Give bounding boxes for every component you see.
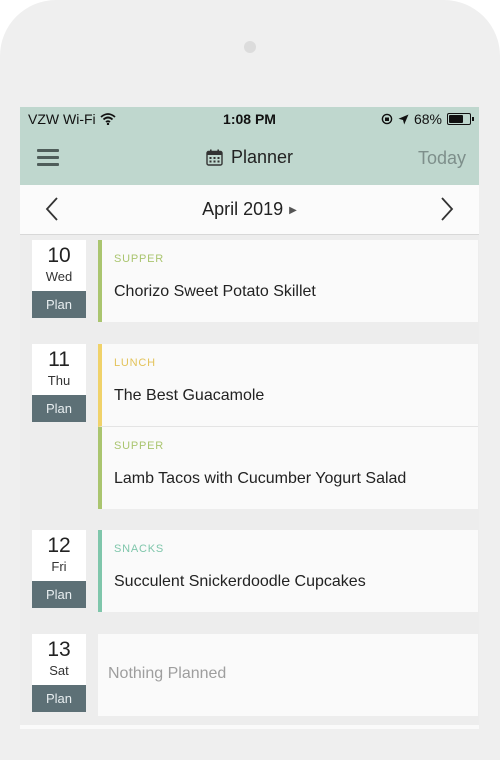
- day-row: 11 Thu Plan LUNCH The Best Guacamole SUP…: [20, 344, 479, 509]
- location-icon: [398, 114, 409, 124]
- date-box: 13 Sat Plan: [32, 634, 86, 712]
- meal-title: The Best Guacamole: [114, 387, 265, 404]
- day-row: 10 Wed Plan SUPPER Chorizo Sweet Potato …: [20, 240, 479, 322]
- status-bar: VZW Wi-Fi 1:08 PM 68%: [20, 107, 479, 132]
- day-name: Thu: [47, 373, 71, 388]
- orientation-lock-icon: [381, 113, 393, 125]
- meal-item[interactable]: SUPPER Lamb Tacos with Cucumber Yogurt S…: [98, 427, 478, 509]
- meal-item[interactable]: SNACKS Succulent Snickerdoodle Cupcakes: [98, 530, 478, 612]
- meal-card: LUNCH The Best Guacamole SUPPER Lamb Tac…: [98, 344, 478, 509]
- day-number: 11: [48, 348, 70, 371]
- plan-button[interactable]: Plan: [32, 685, 86, 712]
- battery-percent: 68%: [413, 111, 442, 127]
- status-right: 68%: [381, 111, 474, 127]
- meal-title: Chorizo Sweet Potato Skillet: [114, 283, 316, 300]
- plan-button[interactable]: Plan: [32, 581, 86, 608]
- navigation-bar: Planner Today: [20, 132, 479, 185]
- month-selector: April 2019 ▶: [20, 185, 479, 235]
- today-button[interactable]: Today: [418, 148, 466, 169]
- day-number: 13: [47, 638, 71, 661]
- meal-type-label: SUPPER: [114, 253, 165, 265]
- date-box: 12 Fri Plan: [32, 530, 86, 608]
- meal-item[interactable]: SUPPER Chorizo Sweet Potato Skillet: [98, 240, 478, 322]
- day-name: Wed: [45, 269, 73, 284]
- month-dropdown-caret-icon: ▶: [289, 205, 297, 216]
- front-camera: [244, 41, 256, 53]
- page-title: Planner: [20, 147, 479, 168]
- day-row: 13 Sat Plan Nothing Planned: [20, 634, 479, 716]
- plan-button[interactable]: Plan: [32, 291, 86, 318]
- day-name: Sat: [49, 663, 69, 678]
- meal-card: SUPPER Chorizo Sweet Potato Skillet: [98, 240, 478, 322]
- plan-button[interactable]: Plan: [32, 395, 86, 422]
- day-row: 12 Fri Plan SNACKS Succulent Snickerdood…: [20, 530, 479, 612]
- page-title-text: Planner: [230, 147, 294, 167]
- meal-type-label: SUPPER: [114, 440, 165, 452]
- meal-title: Lamb Tacos with Cucumber Yogurt Salad: [114, 470, 407, 487]
- empty-day-card[interactable]: Nothing Planned: [98, 634, 478, 716]
- meal-item[interactable]: LUNCH The Best Guacamole: [98, 344, 478, 427]
- calendar-icon: [206, 149, 223, 166]
- meal-type-label: SNACKS: [114, 543, 165, 555]
- meal-card: SNACKS Succulent Snickerdoodle Cupcakes: [98, 530, 478, 612]
- meal-title: Succulent Snickerdoodle Cupcakes: [114, 573, 366, 590]
- nothing-planned-label: Nothing Planned: [108, 665, 227, 682]
- month-label-text: April 2019: [202, 199, 284, 219]
- battery-icon: [447, 113, 474, 125]
- app-screen: VZW Wi-Fi 1:08 PM 68% Planner Today Apri…: [20, 107, 479, 729]
- meal-type-label: LUNCH: [114, 357, 156, 369]
- date-box: 11 Thu Plan: [32, 344, 86, 422]
- next-row-peek: [20, 725, 479, 729]
- day-name: Fri: [51, 559, 67, 574]
- phone-frame: VZW Wi-Fi 1:08 PM 68% Planner Today Apri…: [0, 0, 500, 760]
- next-month-button[interactable]: [435, 196, 457, 222]
- day-number: 10: [47, 244, 71, 267]
- date-box: 10 Wed Plan: [32, 240, 86, 318]
- day-number: 12: [47, 534, 71, 557]
- month-label[interactable]: April 2019 ▶: [20, 199, 479, 220]
